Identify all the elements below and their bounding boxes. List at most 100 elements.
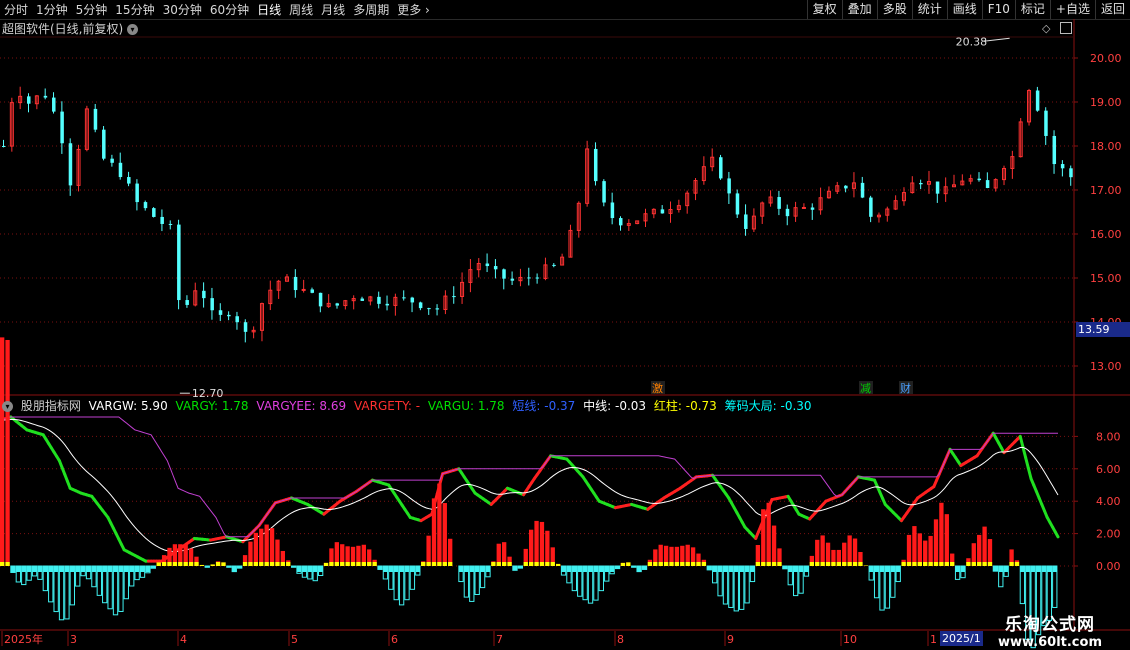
hist-bar-base xyxy=(178,562,183,566)
hist-bar-base xyxy=(507,562,512,566)
hist-bar-down-fill xyxy=(1036,566,1041,572)
hist-bar-down-fill xyxy=(145,566,151,572)
hist-bar-up xyxy=(264,524,269,566)
hist-bar-down-fill xyxy=(577,566,582,572)
hist-bar-up xyxy=(253,532,259,566)
candle-body-down xyxy=(310,289,314,293)
hist-bar-base xyxy=(215,562,221,566)
hist-bar-up xyxy=(939,502,944,566)
candle-body-down xyxy=(160,216,164,224)
hist-bar-base xyxy=(550,562,555,566)
hist-bar-base xyxy=(1014,562,1020,566)
hist-bar-base xyxy=(253,562,259,566)
event-marker-label: 财 xyxy=(900,381,911,395)
candle-body-down xyxy=(919,182,923,185)
value-red-bar: 红柱: -0.73 xyxy=(653,399,717,413)
time-axis-label: 6 xyxy=(391,633,398,646)
hist-bar-down-fill xyxy=(237,566,242,569)
hist-bar-base xyxy=(815,562,820,566)
hist-bar-base xyxy=(647,562,653,566)
hist-bar-base xyxy=(901,562,906,566)
hist-bar-down-fill xyxy=(97,566,102,572)
hist-bar-down xyxy=(58,565,65,621)
hist-bar-down-fill xyxy=(869,566,874,572)
hist-bar-down-fill xyxy=(91,566,97,572)
hist-bar-up xyxy=(539,521,545,566)
hist-bar-down-fill xyxy=(631,566,636,568)
hist-bar-down-fill xyxy=(102,566,107,572)
hist-bar-base xyxy=(755,562,761,566)
hist-bar-down-fill xyxy=(1041,566,1047,572)
hist-bar-base xyxy=(221,562,226,566)
hist-bar-base xyxy=(264,562,269,566)
hist-bar-base xyxy=(275,562,280,566)
candle-body-down xyxy=(402,297,406,299)
hist-bar-base xyxy=(771,562,777,566)
hist-bar-base xyxy=(350,562,356,566)
hist-bar-base xyxy=(199,564,205,566)
hist-bar-down-fill xyxy=(874,566,879,572)
candle-body-down xyxy=(510,278,515,281)
hist-bar-base xyxy=(928,562,933,566)
hist-bar-down-fill xyxy=(1031,566,1036,572)
candle-body-down xyxy=(735,193,740,215)
hist-bar-up xyxy=(534,520,539,566)
candle-body-down xyxy=(202,290,206,299)
hist-bar-down-fill xyxy=(642,566,647,570)
hist-bar-down-fill xyxy=(588,566,593,572)
hist-bar-base xyxy=(172,562,178,566)
hist-bar-base xyxy=(1009,562,1014,566)
hist-bar-base xyxy=(523,562,528,566)
candle-body-down xyxy=(227,314,231,317)
candle-body-down xyxy=(844,185,848,189)
hist-bar-base xyxy=(259,562,264,566)
candle-body-down xyxy=(810,207,815,210)
hist-bar-down-fill xyxy=(118,566,124,572)
hist-bar-down xyxy=(879,565,885,611)
candle-body-down xyxy=(318,292,323,307)
hist-bar-base xyxy=(345,562,350,566)
hist-bar-down-fill xyxy=(582,566,588,572)
candle-body-down xyxy=(977,178,982,181)
hist-bar-down-fill xyxy=(955,566,960,572)
candle-body-down xyxy=(860,182,865,198)
indicator-menu-icon[interactable]: ▾ xyxy=(2,401,13,412)
candle-body-down xyxy=(210,298,214,311)
hist-bar-down xyxy=(112,565,119,616)
hist-bar-down-fill xyxy=(593,566,599,572)
candle-body-down xyxy=(335,303,340,306)
hist-bar-base xyxy=(442,562,447,566)
hist-bar-down-fill xyxy=(399,566,404,572)
time-axis-label: 5 xyxy=(291,633,298,646)
hist-bar-base xyxy=(529,562,534,566)
hist-bar-base xyxy=(701,562,707,566)
hist-bar-base xyxy=(658,562,663,566)
hist-bar-down xyxy=(1052,565,1058,608)
oscillator-segment xyxy=(1024,455,1030,470)
hist-bar-down-fill xyxy=(458,566,464,572)
time-axis-label: 1 xyxy=(930,633,937,646)
candlestick-chart[interactable]: 20.00 19.00 18.00 17.00 16.00 15.00 1 4.00 13.00… xyxy=(0,0,1130,650)
hist-bar-down-fill xyxy=(26,566,32,572)
hist-bar-down-fill xyxy=(291,566,296,568)
hist-bar-base xyxy=(766,562,771,566)
hist-bar-down-fill xyxy=(226,566,232,568)
hist-bar-down-fill xyxy=(572,566,577,572)
candle-body-down xyxy=(610,202,615,219)
hist-bar-down-fill xyxy=(1047,566,1052,572)
hist-bar-down-fill xyxy=(469,566,474,572)
hist-bar-up xyxy=(977,534,982,566)
candle-body-down xyxy=(602,181,606,203)
hist-bar-down-fill xyxy=(394,566,399,572)
hist-bar-base xyxy=(626,562,631,566)
event-marker-label: 激 xyxy=(652,381,663,395)
candle-body-down xyxy=(235,316,239,323)
candle-body-down xyxy=(135,183,139,203)
hist-bar-base xyxy=(917,562,922,566)
hist-bar-base xyxy=(545,562,550,566)
hist-bar-base xyxy=(555,563,561,566)
hist-bar-down-fill xyxy=(734,566,739,572)
candle-body-down xyxy=(935,181,940,194)
hist-bar-down-fill xyxy=(70,566,75,572)
candle-body-down xyxy=(360,298,365,301)
